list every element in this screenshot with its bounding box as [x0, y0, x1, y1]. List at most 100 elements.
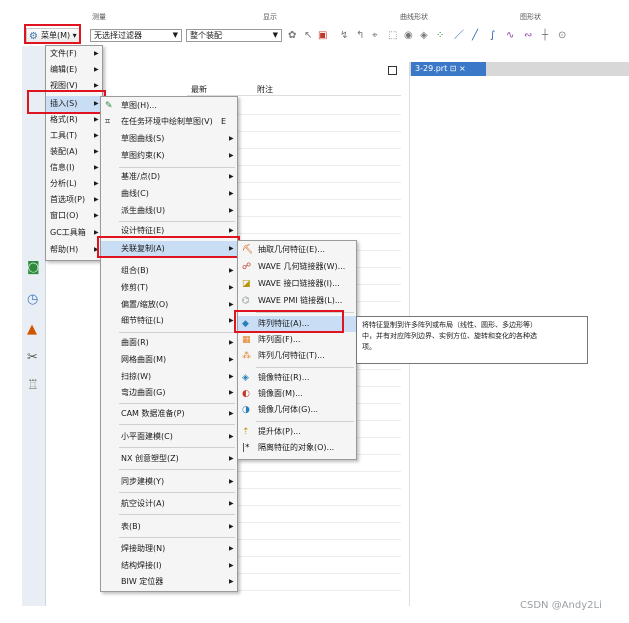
target-icon[interactable]: ⊙	[558, 30, 566, 42]
insert-combine[interactable]: 组合(B) ▶	[101, 264, 239, 278]
resource-bar: ◙ ◷ ▲ ✂ ♖	[22, 46, 46, 606]
assoc-extract-geometry[interactable]: ⛏ 抽取几何特征(E)...	[238, 243, 358, 257]
assoc-wave-geometry-linker[interactable]: ☍ WAVE 几何链接器(W)...	[238, 260, 358, 274]
insert-datum-point[interactable]: 基准/点(D) ▶	[101, 170, 239, 184]
roles-icon[interactable]: ♖	[27, 378, 39, 393]
arrow-icon[interactable]: ↯	[340, 30, 348, 42]
mirror-geometry-icon: ◑	[242, 405, 250, 415]
maximize-icon[interactable]	[388, 66, 397, 75]
assoc-pattern-geometry[interactable]: ⁂ 阵列几何特征(T)...	[238, 349, 358, 363]
menu-item-edit[interactable]: 编辑(E) ▶	[46, 63, 104, 77]
curve-icon[interactable]: ∫	[490, 30, 495, 42]
insert-submenu: ✎ 草图(H)... ⌗ 在任务环境中绘制草图(V) E 草图曲线(S) ▶ 草图约束(…	[100, 96, 239, 592]
separator	[256, 312, 354, 313]
insert-design-feature[interactable]: 设计特征(E) ▶	[101, 224, 239, 238]
insert-facet-modeling[interactable]: 小平面建模(C) ▶	[101, 430, 239, 444]
insert-weld-assistant[interactable]: 焊接助理(N) ▶	[101, 542, 239, 556]
intersect-icon[interactable]: ┼	[542, 30, 548, 42]
menu-item-insert[interactable]: 插入(S) ▶	[46, 96, 104, 112]
assoc-mirror-feature[interactable]: ◈ 镜像特征(R)...	[238, 371, 358, 385]
line-2-icon[interactable]: ╱	[472, 30, 478, 42]
insert-sketch[interactable]: ✎ 草图(H)...	[101, 99, 239, 113]
tools-icon[interactable]: ✂	[27, 350, 38, 365]
menu-item-gc-toolkit[interactable]: GC工具箱 ▶	[46, 226, 104, 240]
part-navigator-icon[interactable]: ◙	[27, 260, 40, 275]
select-icon[interactable]: ↖	[304, 30, 312, 42]
assoc-promote-body[interactable]: ⇡ 提升体(P)...	[238, 425, 358, 439]
box-select-icon[interactable]: ⬚	[388, 30, 397, 42]
menu-item-preferences[interactable]: 首选项(P) ▶	[46, 193, 104, 207]
assoc-isolate-feature[interactable]: |* 隔离特征的对象(O)...	[238, 441, 358, 455]
menu-item-format[interactable]: 格式(R) ▶	[46, 113, 104, 127]
spline-icon[interactable]: ∿	[506, 30, 514, 42]
separator	[119, 332, 235, 333]
separator	[256, 367, 354, 368]
separator	[256, 421, 354, 422]
menu-item-tools[interactable]: 工具(T) ▶	[46, 129, 104, 143]
separator	[119, 221, 235, 222]
insert-derived-curve[interactable]: 派生曲线(U) ▶	[101, 204, 239, 218]
snap-icon[interactable]: ✿	[288, 30, 296, 42]
points-icon[interactable]: ⁘	[436, 30, 444, 42]
view-icon[interactable]: ◉	[404, 30, 413, 42]
insert-table[interactable]: 表(B) ▶	[101, 520, 239, 534]
separator	[119, 167, 235, 168]
insert-structure-weld[interactable]: 结构焊接(I) ▶	[101, 559, 239, 573]
insert-trim[interactable]: 修剪(T) ▶	[101, 281, 239, 295]
pattern-feature-tooltip: 将特征复制到许多阵列或布局（线性、圆形、多边形等） 中，并有对应阵列边界、实例方…	[356, 316, 588, 364]
insert-aero-design[interactable]: 航空设计(A) ▶	[101, 497, 239, 511]
menu-item-file[interactable]: 文件(F) ▶	[46, 47, 104, 61]
lasso-icon[interactable]: ↰	[356, 30, 364, 42]
assoc-pattern-face[interactable]: ▦ 阵列面(F)...	[238, 333, 358, 347]
line-icon[interactable]: ／	[454, 30, 464, 42]
menu-item-assembly[interactable]: 装配(A) ▶	[46, 145, 104, 159]
separator	[119, 537, 235, 538]
filter-icon[interactable]: ▣	[318, 30, 327, 42]
group-label-measure: 测量	[92, 13, 106, 21]
insert-mesh-surface[interactable]: 网格曲面(M) ▶	[101, 353, 239, 367]
assembly-combo-value: 整个装配	[190, 31, 222, 40]
pattern-face-icon: ▦	[242, 335, 251, 345]
assoc-mirror-face[interactable]: ◐ 镜像面(M)...	[238, 387, 358, 401]
menu-item-view[interactable]: 视图(V) ▶	[46, 79, 104, 93]
insert-surface[interactable]: 曲面(R) ▶	[101, 336, 239, 350]
insert-curve[interactable]: 曲线(C) ▶	[101, 187, 239, 201]
separator	[119, 403, 235, 404]
insert-sketch-constraint[interactable]: 草图约束(K) ▶	[101, 149, 239, 163]
grid-header: 最新 附注	[187, 84, 401, 96]
menu-item-window[interactable]: 窗口(O) ▶	[46, 209, 104, 223]
cube-icon[interactable]: ◈	[420, 30, 428, 42]
assoc-wave-interface-linker[interactable]: ◪ WAVE 接口链接器(I)...	[238, 277, 358, 291]
insert-associative-copy[interactable]: 关联复制(A) ▶	[101, 241, 239, 258]
insert-nx-realize-shape[interactable]: NX 创意塑型(Z) ▶	[101, 452, 239, 466]
assoc-wave-pmi-linker[interactable]: ⌬ WAVE PMI 链接器(L)...	[238, 294, 358, 308]
tooltip-line-3: 项。	[362, 343, 376, 351]
assoc-mirror-geometry[interactable]: ◑ 镜像几何体(G)...	[238, 403, 358, 417]
assoc-pattern-feature[interactable]: ◆ 阵列特征(A)...	[238, 316, 358, 332]
wave-icon[interactable]: ∾	[524, 30, 532, 42]
palette-icon[interactable]: ▲	[27, 322, 37, 337]
history-icon[interactable]: ◷	[27, 292, 38, 307]
pick-icon[interactable]: ⌖	[372, 30, 378, 42]
assembly-combo[interactable]: 整个装配 ▼	[186, 29, 282, 42]
group-label-display: 显示	[263, 13, 277, 21]
insert-synchronous-modeling[interactable]: 同步建模(Y) ▶	[101, 475, 239, 489]
menu-item-analysis[interactable]: 分析(L) ▶	[46, 177, 104, 191]
wave-link-icon: ☍	[242, 262, 252, 272]
insert-sketch-curve[interactable]: 草图曲线(S) ▶	[101, 132, 239, 146]
insert-flange-surface[interactable]: 弯边曲面(G) ▶	[101, 386, 239, 400]
insert-offset-scale[interactable]: 偏置/缩放(O) ▶	[101, 298, 239, 312]
filter-combo[interactable]: 无选择过滤器 ▼	[90, 29, 182, 42]
filter-combo-value: 无选择过滤器	[94, 31, 142, 40]
tab-part-file[interactable]: 3-29.prt ⊡ ×	[411, 62, 486, 76]
menu-button[interactable]: ⚙ 菜单(M) ▾	[26, 28, 80, 44]
insert-sweep[interactable]: 扫掠(W) ▶	[101, 370, 239, 384]
menu-item-info[interactable]: 信息(I) ▶	[46, 161, 104, 175]
insert-sketch-in-task[interactable]: ⌗ 在任务环境中绘制草图(V) E	[101, 115, 239, 129]
menu-item-help[interactable]: 帮助(H) ▶	[46, 243, 104, 257]
insert-cam-data[interactable]: CAM 数据准备(P) ▶	[101, 407, 239, 421]
main-menu: 文件(F) ▶ 编辑(E) ▶ 视图(V) ▶ 插入(S) ▶ 格式(R) ▶ 工具(T)…	[45, 45, 104, 261]
ribbon-group-labels: 测量 显示 曲线形状 图形状	[0, 12, 629, 26]
insert-biw-locator[interactable]: BIW 定位器 ▶	[101, 575, 239, 589]
insert-detail-feature[interactable]: 细节特征(L) ▶	[101, 314, 239, 328]
